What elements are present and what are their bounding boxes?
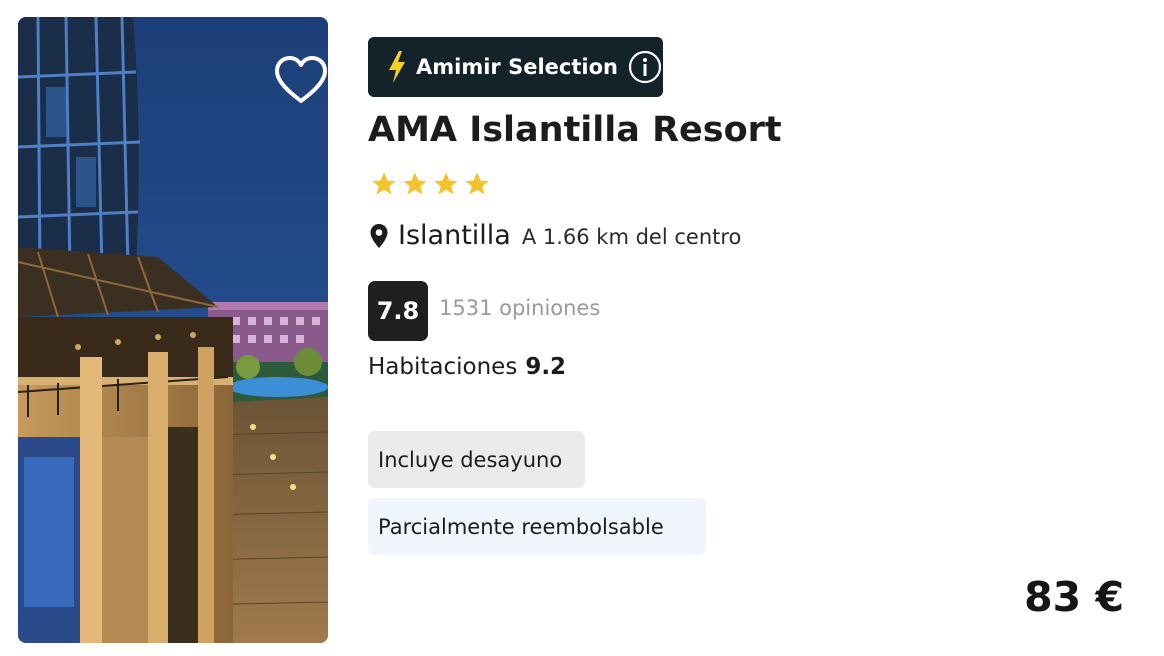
breakfast-included-tag: Incluye desayuno bbox=[368, 431, 585, 488]
rooms-label: Habitaciones bbox=[368, 354, 518, 380]
badge-label: Amimir Selection bbox=[416, 55, 618, 79]
star-icon bbox=[465, 172, 489, 195]
hotel-photo[interactable] bbox=[18, 17, 328, 643]
hotel-photo-image bbox=[18, 17, 328, 643]
hotel-card[interactable]: Amimir Selection AMA Islantilla Resort I… bbox=[0, 0, 1164, 656]
hotel-location: Islantilla A 1.66 km del centro bbox=[369, 220, 741, 251]
rooms-score: 9.2 bbox=[525, 354, 567, 380]
review-score: 7.8 bbox=[368, 281, 428, 341]
price[interactable]: 83 € bbox=[1024, 573, 1124, 621]
info-icon[interactable] bbox=[628, 50, 662, 84]
hotel-name[interactable]: AMA Islantilla Resort bbox=[368, 110, 782, 150]
review-count[interactable]: 1531 opiniones bbox=[439, 296, 600, 320]
distance-to-center: A 1.66 km del centro bbox=[521, 225, 742, 249]
city-name: Islantilla bbox=[398, 220, 511, 251]
rooms-rating: Habitaciones 9.2 bbox=[368, 354, 566, 380]
lightning-bolt-icon bbox=[389, 51, 405, 83]
star-icon bbox=[434, 172, 458, 195]
map-pin-icon bbox=[370, 223, 388, 248]
amimir-selection-badge[interactable]: Amimir Selection bbox=[368, 37, 663, 97]
star-icon bbox=[372, 172, 396, 195]
star-rating bbox=[370, 170, 491, 198]
favorite-heart-icon[interactable] bbox=[273, 55, 328, 105]
star-icon bbox=[403, 172, 427, 195]
partially-refundable-tag: Parcialmente reembolsable bbox=[368, 498, 706, 555]
